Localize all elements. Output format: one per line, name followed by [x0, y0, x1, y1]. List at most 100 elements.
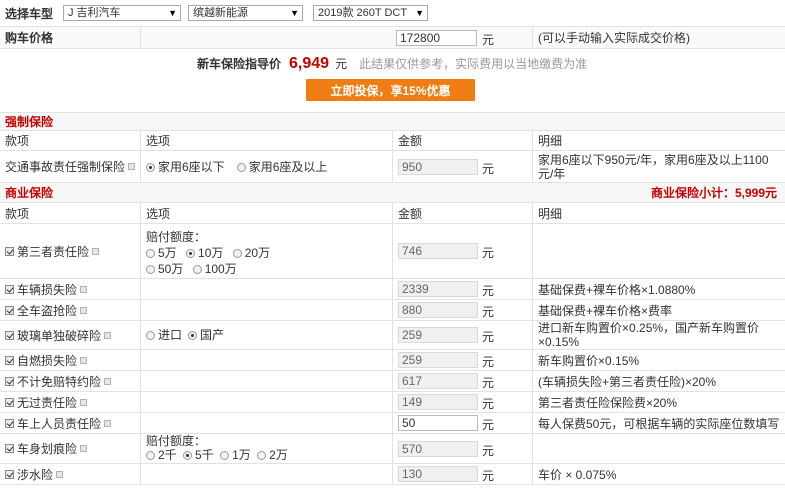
help-icon[interactable]	[104, 377, 112, 385]
guide-price-value: 6,949	[289, 55, 330, 72]
coverage-option[interactable]: 100万	[192, 262, 237, 276]
row-label[interactable]: 车身划痕险	[5, 434, 88, 463]
help-icon[interactable]	[80, 306, 88, 314]
amount-unit: 元	[482, 469, 495, 483]
price-input[interactable]: 172800	[396, 30, 477, 46]
radio-icon	[257, 451, 267, 461]
row-label[interactable]: 车辆损失险	[5, 279, 88, 299]
guide-price-label: 新车保险指导价	[197, 57, 282, 71]
commercial-row: 自燃损失险 259 元 新车购置价×0.15%	[0, 350, 785, 371]
row-label[interactable]: 涉水险	[5, 464, 64, 484]
coverage-title: 赔付额度：	[146, 434, 207, 448]
row-detail: 车价 × 0.075%	[538, 467, 617, 482]
origin-option[interactable]: 进口	[146, 327, 182, 343]
radio-icon	[146, 451, 155, 461]
help-icon[interactable]	[104, 419, 112, 427]
subtotal-label: 商业保险小计：	[650, 186, 735, 200]
radio-icon	[146, 249, 155, 259]
checkbox-icon[interactable]	[5, 355, 14, 365]
compulsory-name: 交通事故责任强制保险	[5, 160, 126, 174]
price-unit: 元	[482, 33, 495, 47]
amount-field: 570	[398, 441, 478, 457]
row-detail: 基础保费+裸车价格×1.0880%	[538, 282, 696, 297]
brand-select[interactable]: J 吉利汽车 ▼	[63, 5, 181, 21]
row-label[interactable]: 自燃损失险	[5, 350, 88, 370]
row-label[interactable]: 第三者责任险	[5, 224, 100, 278]
checkbox-icon[interactable]	[5, 469, 14, 479]
radio-icon	[146, 331, 155, 341]
row-label[interactable]: 车上人员责任险	[5, 413, 112, 433]
checkbox-icon[interactable]	[5, 444, 14, 453]
radio-icon	[146, 265, 155, 275]
amount-field: 746	[398, 243, 478, 259]
help-icon[interactable]	[56, 470, 64, 478]
amount-unit: 元	[482, 418, 495, 432]
help-icon[interactable]	[92, 247, 100, 255]
row-label[interactable]: 全车盗抢险	[5, 300, 88, 320]
origin-option[interactable]: 国产	[188, 327, 224, 343]
guide-price-unit: 元	[335, 57, 348, 71]
commercial-row: 不计免赔特约险 617 元 (车辆损失险+第三者责任险)×20%	[0, 371, 785, 392]
amount-unit: 元	[482, 246, 495, 260]
help-icon[interactable]	[128, 163, 136, 170]
checkbox-icon[interactable]	[5, 376, 14, 386]
compulsory-section-header: 强制保险	[0, 113, 785, 131]
series-select-value: 缤越新能源	[193, 7, 248, 19]
coverage-title: 赔付额度：	[146, 230, 207, 244]
compulsory-row: 交通事故责任强制保险 家用6座以下 家用6座及以上 950 元 家用6座以下95…	[0, 151, 785, 183]
checkbox-icon[interactable]	[5, 397, 14, 407]
buy-insurance-button[interactable]: 立即投保，享15%优惠	[306, 79, 475, 101]
col-amount: 金额	[398, 206, 423, 221]
checkbox-icon[interactable]	[5, 284, 14, 294]
col-detail: 明细	[538, 134, 563, 148]
row-label[interactable]: 无过责任险	[5, 392, 88, 412]
amount-unit: 元	[482, 305, 495, 319]
series-select[interactable]: 缤越新能源 ▼	[188, 5, 303, 21]
commercial-row: 涉水险 130 元 车价 × 0.075%	[0, 464, 785, 485]
checkbox-icon[interactable]	[5, 305, 14, 315]
chevron-down-icon: ▼	[413, 6, 424, 20]
help-icon[interactable]	[80, 356, 88, 364]
passenger-amount-input[interactable]: 50	[398, 415, 478, 431]
model-select-value: 2019款 260T DCT	[318, 7, 408, 19]
commercial-row: 无过责任险 149 元 第三者责任险保险费×20%	[0, 392, 785, 413]
row-detail: 进口新车购置价×0.25%，国产新车购置价×0.15%	[538, 321, 760, 349]
help-icon[interactable]	[104, 331, 112, 339]
coverage-option[interactable]: 50万	[146, 262, 183, 276]
coverage-option[interactable]: 5万	[146, 246, 177, 260]
help-icon[interactable]	[80, 445, 88, 452]
select-model-label: 选择车型	[5, 6, 54, 21]
help-icon[interactable]	[80, 285, 88, 293]
commercial-row: 第三者责任险 赔付额度： 5万 10万 20万 50万 100万 746 元	[0, 224, 785, 279]
amount-field: 880	[398, 302, 478, 318]
seat-option-large[interactable]: 家用6座及以上	[236, 159, 327, 175]
commercial-row: 车身划痕险 赔付额度： 2千 5千 1万 2万 570 元	[0, 434, 785, 464]
radio-icon	[236, 162, 246, 172]
amount-unit: 元	[482, 355, 495, 369]
coverage-option[interactable]: 20万	[232, 246, 270, 260]
row-name: 第三者责任险	[17, 244, 90, 259]
model-select[interactable]: 2019款 260T DCT ▼	[313, 5, 428, 21]
checkbox-icon[interactable]	[5, 330, 14, 340]
coverage-option[interactable]: 1万	[220, 448, 251, 462]
radio-icon	[192, 265, 202, 275]
commercial-row: 车上人员责任险 50 元 每人保费50元，可根据车辆的实际座位数填写	[0, 413, 785, 434]
seat-option-small[interactable]: 家用6座以下	[146, 159, 225, 175]
price-label: 购车价格	[5, 31, 54, 45]
coverage-option[interactable]: 2千	[146, 448, 177, 462]
checkbox-icon[interactable]	[5, 246, 14, 256]
subtotal-value: 5,999元	[734, 186, 777, 200]
radio-icon	[220, 451, 230, 461]
guide-price-block: 新车保险指导价 6,949 元 此结果仅供参考，实际费用以当地缴费为准 立即投保…	[0, 49, 785, 113]
coverage-option[interactable]: 5千	[183, 448, 214, 462]
amount-unit: 元	[482, 444, 495, 458]
radio-icon	[232, 249, 242, 259]
coverage-option[interactable]: 10万	[186, 246, 223, 260]
checkbox-icon[interactable]	[5, 418, 14, 428]
row-label[interactable]: 不计免赔特约险	[5, 371, 112, 391]
price-note: (可以手动输入实际成交价格)	[538, 31, 690, 45]
help-icon[interactable]	[80, 398, 88, 406]
radio-icon	[188, 331, 198, 341]
row-label[interactable]: 玻璃单独破碎险	[5, 321, 112, 349]
coverage-option[interactable]: 2万	[257, 448, 288, 462]
